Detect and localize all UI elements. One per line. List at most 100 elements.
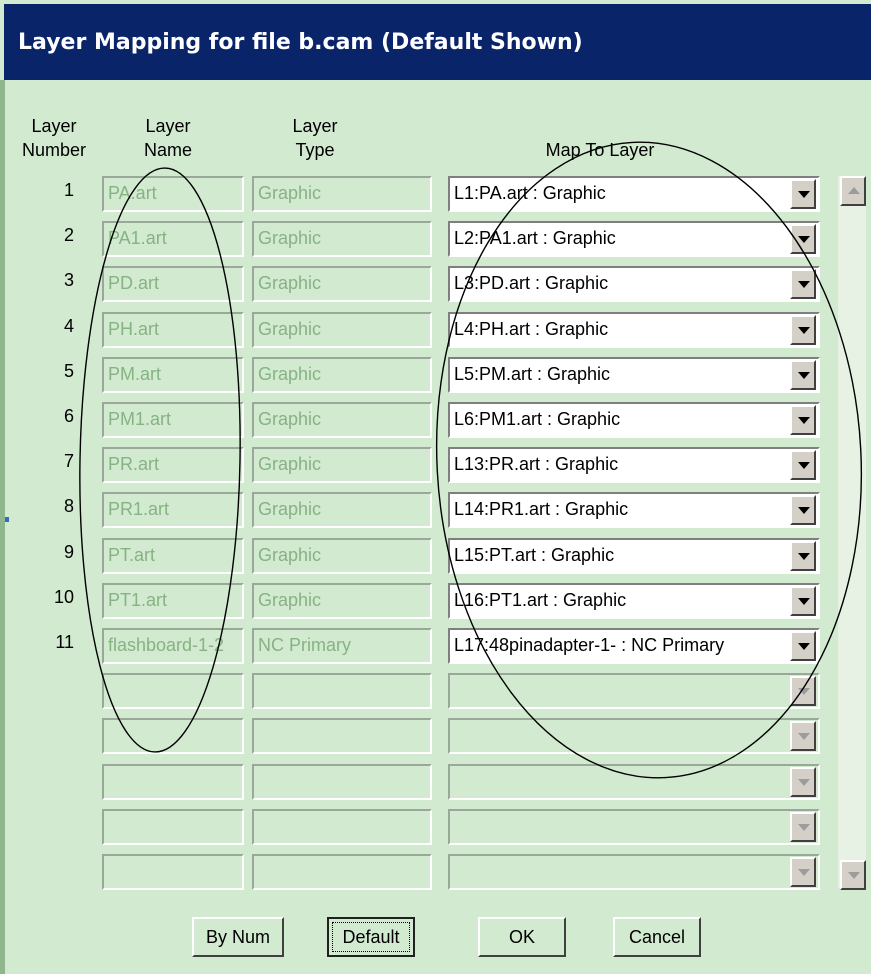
map-to-layer-select[interactable] (448, 718, 820, 754)
dropdown-button[interactable] (790, 224, 816, 254)
chevron-down-icon (798, 553, 810, 560)
map-to-layer-value: L13:PR.art : Graphic (454, 454, 619, 474)
dropdown-button[interactable] (790, 405, 816, 435)
scroll-up-button[interactable] (840, 176, 866, 206)
map-to-layer-select[interactable] (448, 673, 820, 709)
map-to-layer-select[interactable]: L16:PT1.art : Graphic (448, 583, 820, 619)
map-to-layer-select[interactable]: L4:PH.art : Graphic (448, 312, 820, 348)
dropdown-button[interactable] (790, 269, 816, 299)
layer-name-field[interactable]: PR1.art (102, 492, 244, 528)
layer-name-field[interactable]: PT.art (102, 538, 244, 574)
dropdown-button[interactable] (790, 676, 816, 706)
row-number: 2 (63, 225, 74, 245)
layer-name-field[interactable]: flashboard-1-2 (102, 628, 244, 664)
dropdown-button[interactable] (790, 450, 816, 480)
layer-type-field[interactable]: Graphic (252, 583, 432, 619)
chevron-down-icon (798, 236, 810, 243)
layer-type-field[interactable]: Graphic (252, 402, 432, 438)
dropdown-button[interactable] (790, 857, 816, 887)
dropdown-button[interactable] (790, 179, 816, 209)
map-to-layer-select[interactable]: L1:PA.art : Graphic (448, 176, 820, 212)
layer-name-field[interactable]: PA.art (102, 176, 244, 212)
layer-type-field[interactable]: Graphic (252, 492, 432, 528)
dropdown-button[interactable] (790, 360, 816, 390)
map-to-layer-value: L14:PR1.art : Graphic (454, 499, 629, 519)
map-to-layer-select[interactable] (448, 854, 820, 890)
row-number: 1 (63, 180, 74, 200)
map-to-layer-select[interactable]: L5:PM.art : Graphic (448, 357, 820, 393)
dropdown-button[interactable] (790, 315, 816, 345)
row-number: 5 (63, 361, 74, 381)
chevron-down-icon (798, 372, 810, 379)
map-to-layer-select[interactable]: L13:PR.art : Graphic (448, 447, 820, 483)
chevron-down-icon (798, 643, 810, 650)
layer-name-field[interactable]: PR.art (102, 447, 244, 483)
layer-name-field[interactable]: PA1.art (102, 221, 244, 257)
map-to-layer-select[interactable]: L3:PD.art : Graphic (448, 266, 820, 302)
row-number: 11 (55, 632, 74, 652)
map-to-layer-select[interactable]: L2:PA1.art : Graphic (448, 221, 820, 257)
layer-name-field[interactable]: PT1.art (102, 583, 244, 619)
map-to-layer-select[interactable] (448, 764, 820, 800)
header-layer-type-line2: Type (295, 140, 335, 160)
layer-type-field[interactable]: Graphic (252, 538, 432, 574)
map-to-layer-select[interactable]: L6:PM1.art : Graphic (448, 402, 820, 438)
dropdown-button[interactable] (790, 767, 816, 797)
map-to-layer-select[interactable]: L15:PT.art : Graphic (448, 538, 820, 574)
layer-name-field[interactable] (102, 764, 244, 800)
layer-type-field[interactable] (252, 854, 432, 890)
dropdown-button[interactable] (790, 721, 816, 751)
map-to-layer-value: L1:PA.art : Graphic (454, 183, 606, 203)
dropdown-button[interactable] (790, 541, 816, 571)
map-to-layer-select[interactable] (448, 809, 820, 845)
map-to-layer-value: L15:PT.art : Graphic (454, 545, 615, 565)
layer-type-field[interactable]: Graphic (252, 312, 432, 348)
dropdown-button[interactable] (790, 812, 816, 842)
header-layer-type: Layer Type (277, 114, 353, 162)
layer-name-field[interactable]: PD.art (102, 266, 244, 302)
map-to-layer-select[interactable]: L14:PR1.art : Graphic (448, 492, 820, 528)
ok-button[interactable]: OK (478, 917, 566, 957)
dropdown-button[interactable] (790, 631, 816, 661)
chevron-down-icon (798, 281, 810, 288)
by-num-button[interactable]: By Num (192, 917, 284, 957)
layer-type-field[interactable] (252, 764, 432, 800)
layer-name-field[interactable]: PM1.art (102, 402, 244, 438)
layer-type-field[interactable]: Graphic (252, 447, 432, 483)
layer-type-field[interactable]: Graphic (252, 221, 432, 257)
layer-name-field[interactable] (102, 854, 244, 890)
layer-type-field[interactable] (252, 673, 432, 709)
map-to-layer-value: L2:PA1.art : Graphic (454, 228, 616, 248)
scroll-up-arrow-icon (848, 187, 860, 194)
layer-type-field[interactable] (252, 718, 432, 754)
scroll-down-button[interactable] (840, 860, 866, 890)
layer-type-field[interactable]: Graphic (252, 176, 432, 212)
map-to-layer-value: L5:PM.art : Graphic (454, 364, 611, 384)
vertical-scrollbar[interactable] (838, 176, 866, 888)
row-number: 3 (63, 270, 74, 290)
layer-type-field[interactable]: NC Primary (252, 628, 432, 664)
map-to-layer-select[interactable]: L17:48pinadapter-1- : NC Primary (448, 628, 820, 664)
layer-type-field[interactable]: Graphic (252, 357, 432, 393)
dropdown-button[interactable] (790, 586, 816, 616)
header-layer-number-line1: Layer (31, 116, 77, 136)
edge-marker (5, 517, 9, 522)
layer-name-field[interactable] (102, 673, 244, 709)
chevron-down-icon (798, 507, 810, 514)
chevron-down-icon (798, 462, 810, 469)
title-bar[interactable]: Layer Mapping for file b.cam (Default Sh… (0, 0, 871, 80)
layer-type-field[interactable]: Graphic (252, 266, 432, 302)
layer-name-field[interactable]: PH.art (102, 312, 244, 348)
chevron-down-icon (798, 779, 810, 786)
window-title: Layer Mapping for file b.cam (Default Sh… (18, 30, 583, 55)
cancel-button[interactable]: Cancel (613, 917, 701, 957)
layer-name-field[interactable]: PM.art (102, 357, 244, 393)
row-number: 4 (63, 316, 74, 336)
layer-name-field[interactable] (102, 809, 244, 845)
layer-name-field[interactable] (102, 718, 244, 754)
default-button[interactable]: Default (327, 917, 415, 957)
dropdown-button[interactable] (790, 495, 816, 525)
header-layer-name-line2: Name (143, 140, 192, 160)
title-bar-fill[interactable]: Layer Mapping for file b.cam (Default Sh… (4, 4, 871, 80)
layer-type-field[interactable] (252, 809, 432, 845)
